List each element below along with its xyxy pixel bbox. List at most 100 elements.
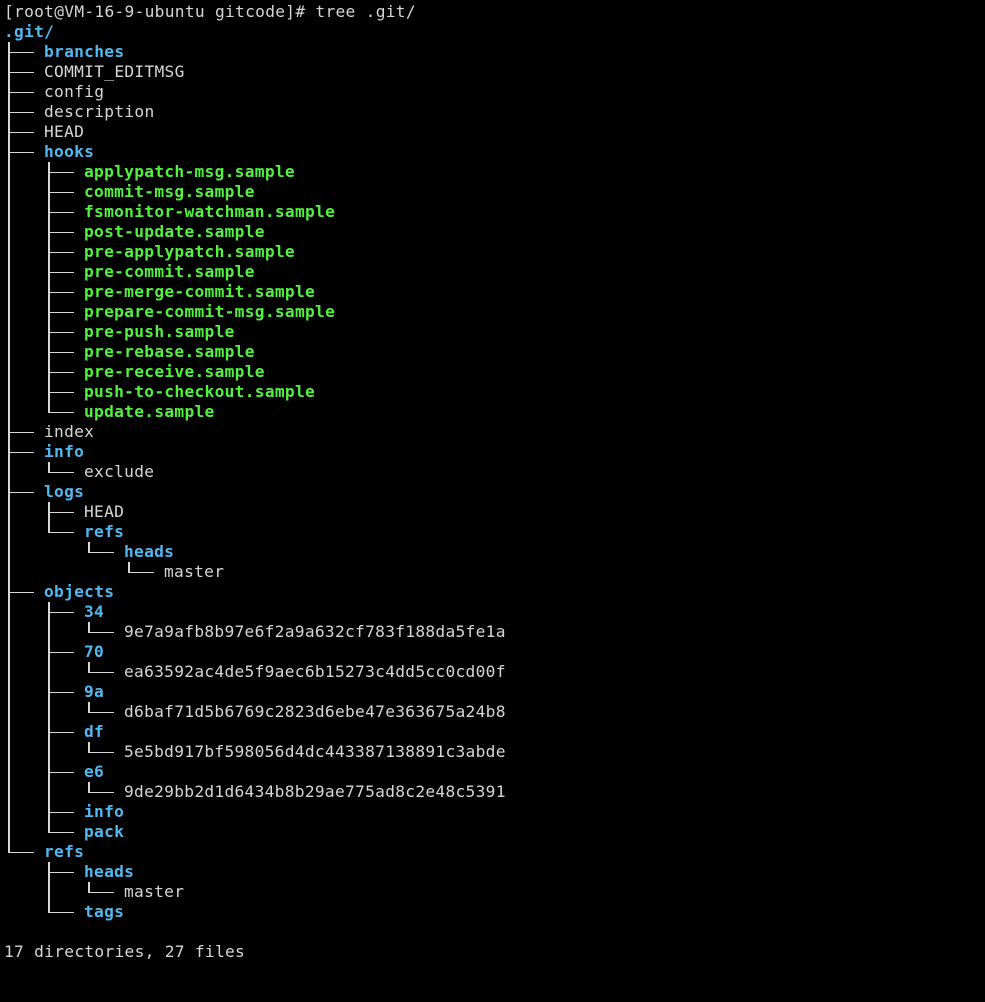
tree-line: 9de29bb2d1d6434b8b29ae775ad8c2e48c5391 <box>4 782 979 802</box>
file-name: config <box>44 82 105 101</box>
tree-branch-connector <box>44 282 76 302</box>
file-name: index <box>44 422 95 441</box>
tree-pipe-connector <box>8 502 10 522</box>
tree-line: 5e5bd917bf598056d4dc443387138891c3abde <box>4 742 979 762</box>
executable-file-name: fsmonitor-watchman.sample <box>84 202 336 221</box>
file-name: d6baf71d5b6769c2823d6ebe47e363675a24b8 <box>124 702 506 721</box>
file-name: HEAD <box>84 502 125 521</box>
tree-pipe-connector <box>48 702 50 722</box>
file-name: exclude <box>84 462 155 481</box>
tree-branch-connector <box>44 722 76 742</box>
tree-line: pre-applypatch.sample <box>4 242 979 262</box>
tree-branch-connector <box>44 302 76 322</box>
tree-branch-connector <box>44 222 76 242</box>
directory-name: pack <box>84 822 125 841</box>
directory-name: info <box>84 802 125 821</box>
tree-branch-connector <box>4 62 36 82</box>
executable-file-name: pre-commit.sample <box>84 262 255 281</box>
tree-line: HEAD <box>4 502 979 522</box>
directory-name: heads <box>84 862 135 881</box>
file-name: master <box>124 882 185 901</box>
tree-pipe-connector <box>8 682 10 702</box>
tree-summary: 17 directories, 27 files <box>4 942 246 961</box>
tree-pipe-connector <box>8 162 10 182</box>
file-name: HEAD <box>44 122 85 141</box>
prompt-line: [root@VM-16-9-ubuntu gitcode]# tree .git… <box>4 2 979 22</box>
directory-name: refs <box>84 522 125 541</box>
tree-branch-connector <box>44 502 76 522</box>
tree-pipe-connector <box>8 702 10 722</box>
file-name: 9e7a9afb8b97e6f2a9a632cf783f188da5fe1a <box>124 622 506 641</box>
tree-branch-connector <box>44 322 76 342</box>
tree-pipe-connector <box>8 602 10 622</box>
tree-line: pre-commit.sample <box>4 262 979 282</box>
tree-line: info <box>4 442 979 462</box>
tree-last-branch-connector <box>44 462 76 482</box>
directory-name: heads <box>124 542 175 561</box>
tree-branch-connector <box>4 442 36 462</box>
directory-name: tags <box>84 902 125 921</box>
tree-pipe-connector <box>8 262 10 282</box>
tree-last-branch-connector <box>44 902 76 922</box>
tree-pipe-connector <box>8 302 10 322</box>
tree-line: d6baf71d5b6769c2823d6ebe47e363675a24b8 <box>4 702 979 722</box>
tree-last-branch-connector <box>84 882 116 902</box>
directory-name: branches <box>44 42 125 61</box>
file-name: description <box>44 102 155 121</box>
summary-line: 17 directories, 27 files <box>4 942 979 962</box>
tree-line: tags <box>4 902 979 922</box>
tree-branch-connector <box>44 242 76 262</box>
tree-branch-connector <box>4 82 36 102</box>
executable-file-name: pre-merge-commit.sample <box>84 282 316 301</box>
tree-pipe-connector <box>8 222 10 242</box>
executable-file-name: pre-rebase.sample <box>84 342 255 361</box>
tree-line: applypatch-msg.sample <box>4 162 979 182</box>
tree-line: 9a <box>4 682 979 702</box>
tree-line: fsmonitor-watchman.sample <box>4 202 979 222</box>
tree-pipe-connector <box>8 182 10 202</box>
tree-line: branches <box>4 42 979 62</box>
directory-name: logs <box>44 482 85 501</box>
tree-line: index <box>4 422 979 442</box>
tree-branch-connector <box>4 482 36 502</box>
terminal-window[interactable]: [root@VM-16-9-ubuntu gitcode]# tree .git… <box>4 0 979 962</box>
tree-line: HEAD <box>4 122 979 142</box>
tree-pipe-connector <box>8 522 10 542</box>
file-name: ea63592ac4de5f9aec6b15273c4dd5cc0cd00f <box>124 662 506 681</box>
tree-last-branch-connector <box>84 662 116 682</box>
tree-output: branches COMMIT_EDITMSG config description H… <box>4 42 979 922</box>
tree-branch-connector <box>44 342 76 362</box>
tree-line: commit-msg.sample <box>4 182 979 202</box>
tree-line: exclude <box>4 462 979 482</box>
tree-line: COMMIT_EDITMSG <box>4 62 979 82</box>
tree-line: ea63592ac4de5f9aec6b15273c4dd5cc0cd00f <box>4 662 979 682</box>
tree-pipe-connector <box>8 662 10 682</box>
tree-pipe-connector <box>8 782 10 802</box>
tree-line: 70 <box>4 642 979 662</box>
tree-last-branch-connector <box>84 782 116 802</box>
executable-file-name: pre-applypatch.sample <box>84 242 295 261</box>
tree-branch-connector <box>44 602 76 622</box>
tree-line: refs <box>4 842 979 862</box>
executable-file-name: post-update.sample <box>84 222 265 241</box>
tree-branch-connector <box>44 682 76 702</box>
tree-last-branch-connector <box>84 622 116 642</box>
tree-branch-connector <box>4 422 36 442</box>
tree-branch-connector <box>4 142 36 162</box>
tree-line: heads <box>4 862 979 882</box>
tree-pipe-connector <box>8 762 10 782</box>
tree-last-branch-connector <box>44 822 76 842</box>
tree-pipe-connector <box>8 202 10 222</box>
directory-name: objects <box>44 582 115 601</box>
tree-branch-connector <box>44 802 76 822</box>
tree-last-branch-connector <box>84 542 116 562</box>
file-name: 9de29bb2d1d6434b8b29ae775ad8c2e48c5391 <box>124 782 506 801</box>
tree-line: hooks <box>4 142 979 162</box>
tree-line: master <box>4 562 979 582</box>
tree-line: master <box>4 882 979 902</box>
tree-branch-connector <box>4 42 36 62</box>
tree-branch-connector <box>44 162 76 182</box>
tree-pipe-connector <box>8 622 10 642</box>
tree-branch-connector <box>44 762 76 782</box>
tree-pipe-connector <box>8 642 10 662</box>
